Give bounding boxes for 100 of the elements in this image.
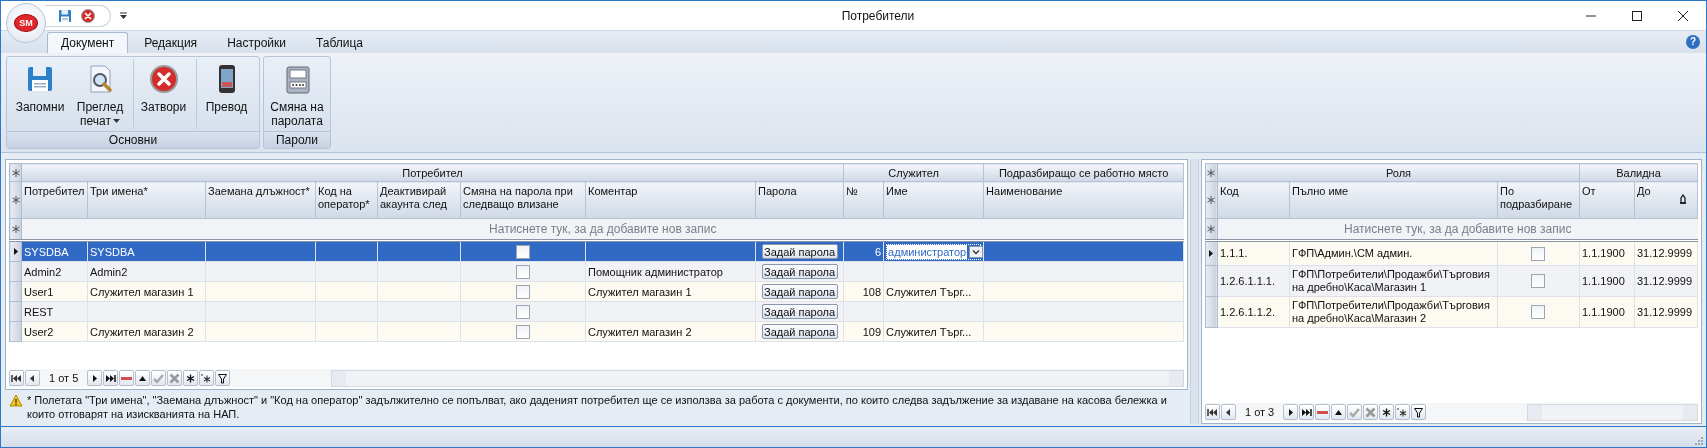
column-header[interactable]: До (1634, 181, 1698, 219)
set-password-button[interactable]: Задай парола (761, 284, 838, 299)
help-button[interactable]: ? (1686, 35, 1700, 49)
ribbon-button[interactable]: Смяна на паролата (267, 59, 327, 129)
column-header[interactable]: Потребител (21, 181, 88, 219)
column-header[interactable]: Име (883, 181, 984, 219)
asterisk-icon (10, 224, 21, 234)
checkbox[interactable] (1531, 305, 1546, 320)
checkbox[interactable] (516, 264, 530, 279)
delete-button[interactable] (1315, 404, 1331, 420)
last-icon (1301, 406, 1313, 418)
table-cell: SYSDBA (21, 240, 88, 262)
table-row[interactable]: 1.2.6.1.1.2. ГФП\Потребители\Продажби\Търговия на дребно\Каса\Магазин 2 1.1.1900 31.12.9999 (1205, 296, 1698, 328)
new-row-prompt[interactable]: Натиснете тук, за да добавите нов запис (21, 218, 1184, 241)
next-button[interactable] (87, 370, 103, 386)
checkbox[interactable] (516, 244, 530, 259)
new-row-prompt[interactable]: Натиснете тук, за да добавите нов запис (1217, 218, 1698, 241)
append-button[interactable] (199, 370, 215, 386)
close-icon (1678, 10, 1688, 21)
group-title: Пароли (264, 131, 330, 148)
previous-button[interactable] (25, 370, 40, 386)
table-cell: 1.1.1900 (1579, 240, 1635, 266)
set-password-button[interactable]: Задай парола (761, 324, 838, 339)
column-header[interactable]: От (1579, 181, 1635, 219)
checkbox[interactable] (1531, 246, 1546, 261)
column-header[interactable]: № (843, 181, 884, 219)
column-header[interactable]: Наименование (983, 181, 1184, 219)
column-header[interactable]: Пълно име (1289, 181, 1498, 219)
ribbon-button[interactable]: Превод (196, 59, 256, 129)
scrollbar[interactable] (331, 369, 1184, 387)
close-icon[interactable] (80, 7, 96, 24)
table-cell: 6 (843, 240, 884, 262)
warning-icon (9, 394, 23, 407)
previous-button[interactable] (1220, 404, 1236, 420)
dropdown-icon[interactable] (969, 245, 983, 258)
table-row[interactable]: User2 Служител магазин 2 Служител магазин 2 Задай парола 109 Служител Търг... (9, 321, 1184, 342)
table-row[interactable]: User1 Служител магазин 1 Служител магазин 1 Задай парола 108 Служител Търг... (9, 281, 1184, 302)
ribbon-button[interactable]: Запомни (10, 59, 70, 129)
dropdown-field[interactable]: администратор (886, 243, 982, 260)
ribbon-button[interactable]: Преглед печат (70, 59, 130, 129)
append-button[interactable] (1395, 404, 1411, 420)
column-header[interactable]: Деактивирай акаунта след (377, 181, 461, 219)
asterisk-icon (1206, 195, 1217, 205)
table-row[interactable]: 1.2.6.1.1.1. ГФП\Потребители\Продажби\Търговия на дребно\Каса\Магазин 1 1.1.1900 31.12.9999 (1205, 265, 1698, 297)
column-group-header: Подразбиращо се работно място (983, 163, 1184, 182)
column-header[interactable]: Код (1217, 181, 1290, 219)
move-up-button[interactable] (1331, 404, 1347, 420)
table-cell: ГФП\Админ.\СМ админ. (1289, 240, 1498, 266)
ribbon-tab[interactable]: Редакция (130, 32, 212, 53)
checkbox[interactable] (516, 284, 530, 299)
checkbox[interactable] (516, 324, 530, 339)
scrollbar[interactable] (1527, 403, 1698, 421)
check-icon (153, 372, 165, 384)
next-button[interactable] (1283, 404, 1299, 420)
table-row[interactable]: SYSDBA SYSDBA Задай парола 6 администратор (9, 240, 1184, 262)
last-page-button[interactable] (103, 370, 119, 386)
ribbon-button[interactable]: Затвори (133, 59, 193, 129)
insert-button[interactable] (1379, 404, 1395, 420)
asterisk-icon (201, 372, 213, 384)
column-header[interactable]: По подразбиране (1497, 181, 1580, 219)
set-password-button[interactable]: Задай парола (761, 264, 838, 279)
first-page-button[interactable] (9, 370, 24, 386)
save-icon[interactable] (57, 7, 73, 24)
table-cell: 1.1.1900 (1579, 296, 1635, 328)
row-indicator[interactable] (9, 240, 22, 262)
table-row[interactable]: Admin2 Admin2 Помощник администратор Задай парола (9, 261, 1184, 282)
ribbon-tab[interactable]: Документ (47, 32, 129, 53)
first-page-button[interactable] (1204, 404, 1220, 420)
window-title: Потребители (840, 8, 916, 23)
asterisk-icon (1381, 406, 1393, 418)
ribbon-tab[interactable]: Таблица (301, 32, 378, 53)
row-indicator[interactable] (1205, 240, 1218, 266)
column-group-header: Служител (843, 163, 984, 182)
page-counter: 1 от 5 (48, 372, 80, 384)
column-header[interactable]: Код на оператор* (315, 181, 378, 219)
filter-icon (217, 372, 229, 384)
column-group-header: Роля (1217, 163, 1580, 182)
column-header[interactable]: Парола (755, 181, 844, 219)
table-cell: 1.2.6.1.1.1. (1217, 265, 1290, 297)
column-group-header: Валидна (1579, 163, 1698, 182)
column-header[interactable]: Смяна на парола при следващо влизане (460, 181, 586, 219)
set-password-button[interactable]: Задай парола (761, 244, 838, 259)
last-page-button[interactable] (1299, 404, 1315, 420)
first-icon (11, 372, 22, 384)
filter-button[interactable] (215, 370, 231, 386)
table-row[interactable]: REST Задай парола (9, 301, 1184, 322)
ribbon-tab[interactable]: Настройки (213, 32, 300, 53)
checkbox[interactable] (1531, 274, 1546, 289)
caret-icon[interactable] (119, 11, 128, 20)
column-header[interactable]: Коментар (585, 181, 756, 219)
checkbox[interactable] (516, 304, 530, 319)
table-row[interactable]: 1.1.1. ГФП\Админ.\СМ админ. 1.1.1900 31.12.9999 (1205, 240, 1698, 266)
insert-button[interactable] (183, 370, 199, 386)
asterisk-icon (1397, 406, 1409, 418)
filter-button[interactable] (1411, 404, 1427, 420)
delete-button[interactable] (119, 370, 135, 386)
set-password-button[interactable]: Задай парола (761, 304, 838, 319)
column-header[interactable]: Три имена* (87, 181, 206, 219)
move-up-button[interactable] (135, 370, 151, 386)
column-header[interactable]: Заемана длъжност* (205, 181, 316, 219)
